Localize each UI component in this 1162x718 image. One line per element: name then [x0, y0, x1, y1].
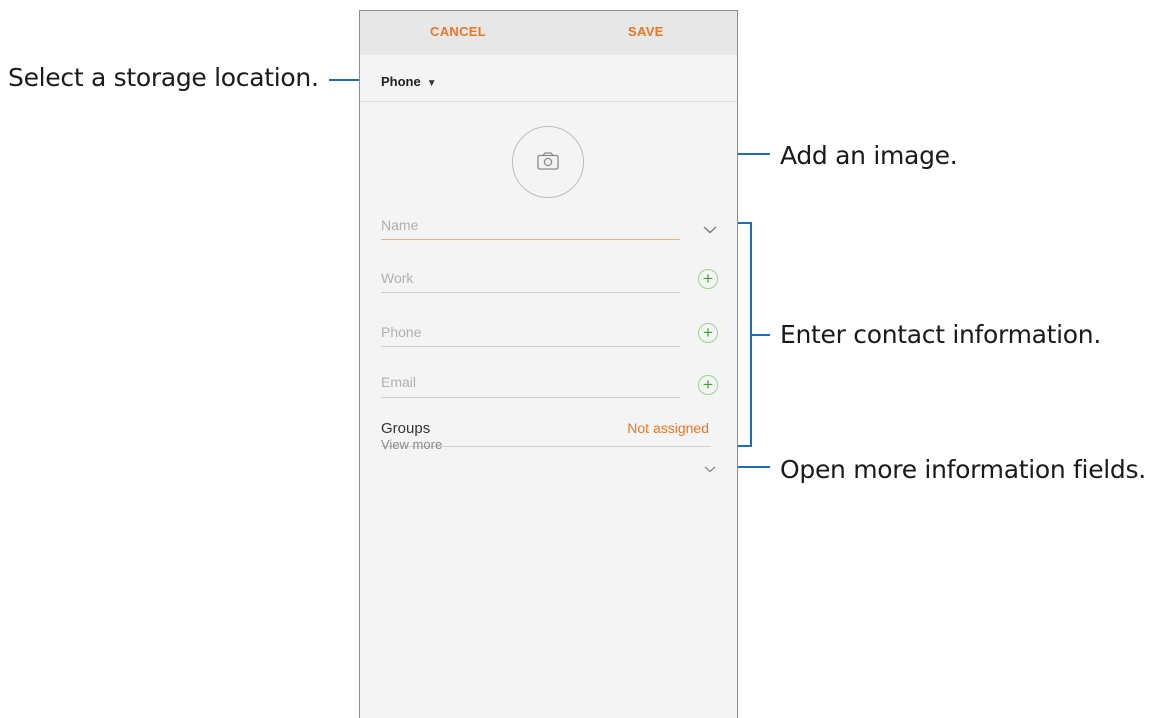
save-button[interactable]: SAVE — [628, 24, 664, 39]
chevron-down-icon[interactable] — [703, 226, 717, 234]
callout-storage-location: Select a storage location. — [8, 63, 319, 92]
callout-line-contact — [752, 334, 770, 336]
groups-value: Not assigned — [627, 420, 709, 436]
camera-icon — [537, 152, 559, 170]
groups-label: Groups — [381, 420, 431, 437]
callout-contact-info: Enter contact information. — [780, 320, 1101, 349]
phone-field-underline — [381, 346, 680, 347]
callout-add-image: Add an image. — [780, 141, 958, 170]
phone-field[interactable]: Phone — [381, 324, 421, 340]
callout-more-fields: Open more information fields. — [780, 455, 1146, 484]
work-field-underline — [381, 292, 680, 293]
chevron-down-icon[interactable] — [704, 466, 716, 473]
email-field-underline — [381, 397, 680, 398]
add-email-plus-icon[interactable]: + — [698, 375, 718, 395]
add-phone-plus-icon[interactable]: + — [698, 323, 718, 343]
add-work-plus-icon[interactable]: + — [698, 269, 718, 289]
divider — [360, 101, 737, 102]
email-field[interactable]: Email — [381, 374, 416, 390]
work-field[interactable]: Work — [381, 270, 413, 286]
storage-location-selector[interactable]: Phone ▼ — [381, 74, 437, 89]
cancel-button[interactable]: CANCEL — [430, 24, 486, 39]
add-image-button[interactable] — [512, 126, 584, 198]
view-more-label: View more — [381, 437, 443, 452]
name-field-underline — [381, 239, 680, 240]
action-bar: CANCEL SAVE — [360, 11, 737, 55]
storage-location-label: Phone — [381, 74, 421, 89]
caret-down-icon: ▼ — [426, 78, 437, 89]
name-field[interactable]: Name — [381, 217, 418, 233]
contact-editor-screen: CANCEL SAVE Phone ▼ Name Work + Phone + E… — [359, 10, 738, 718]
